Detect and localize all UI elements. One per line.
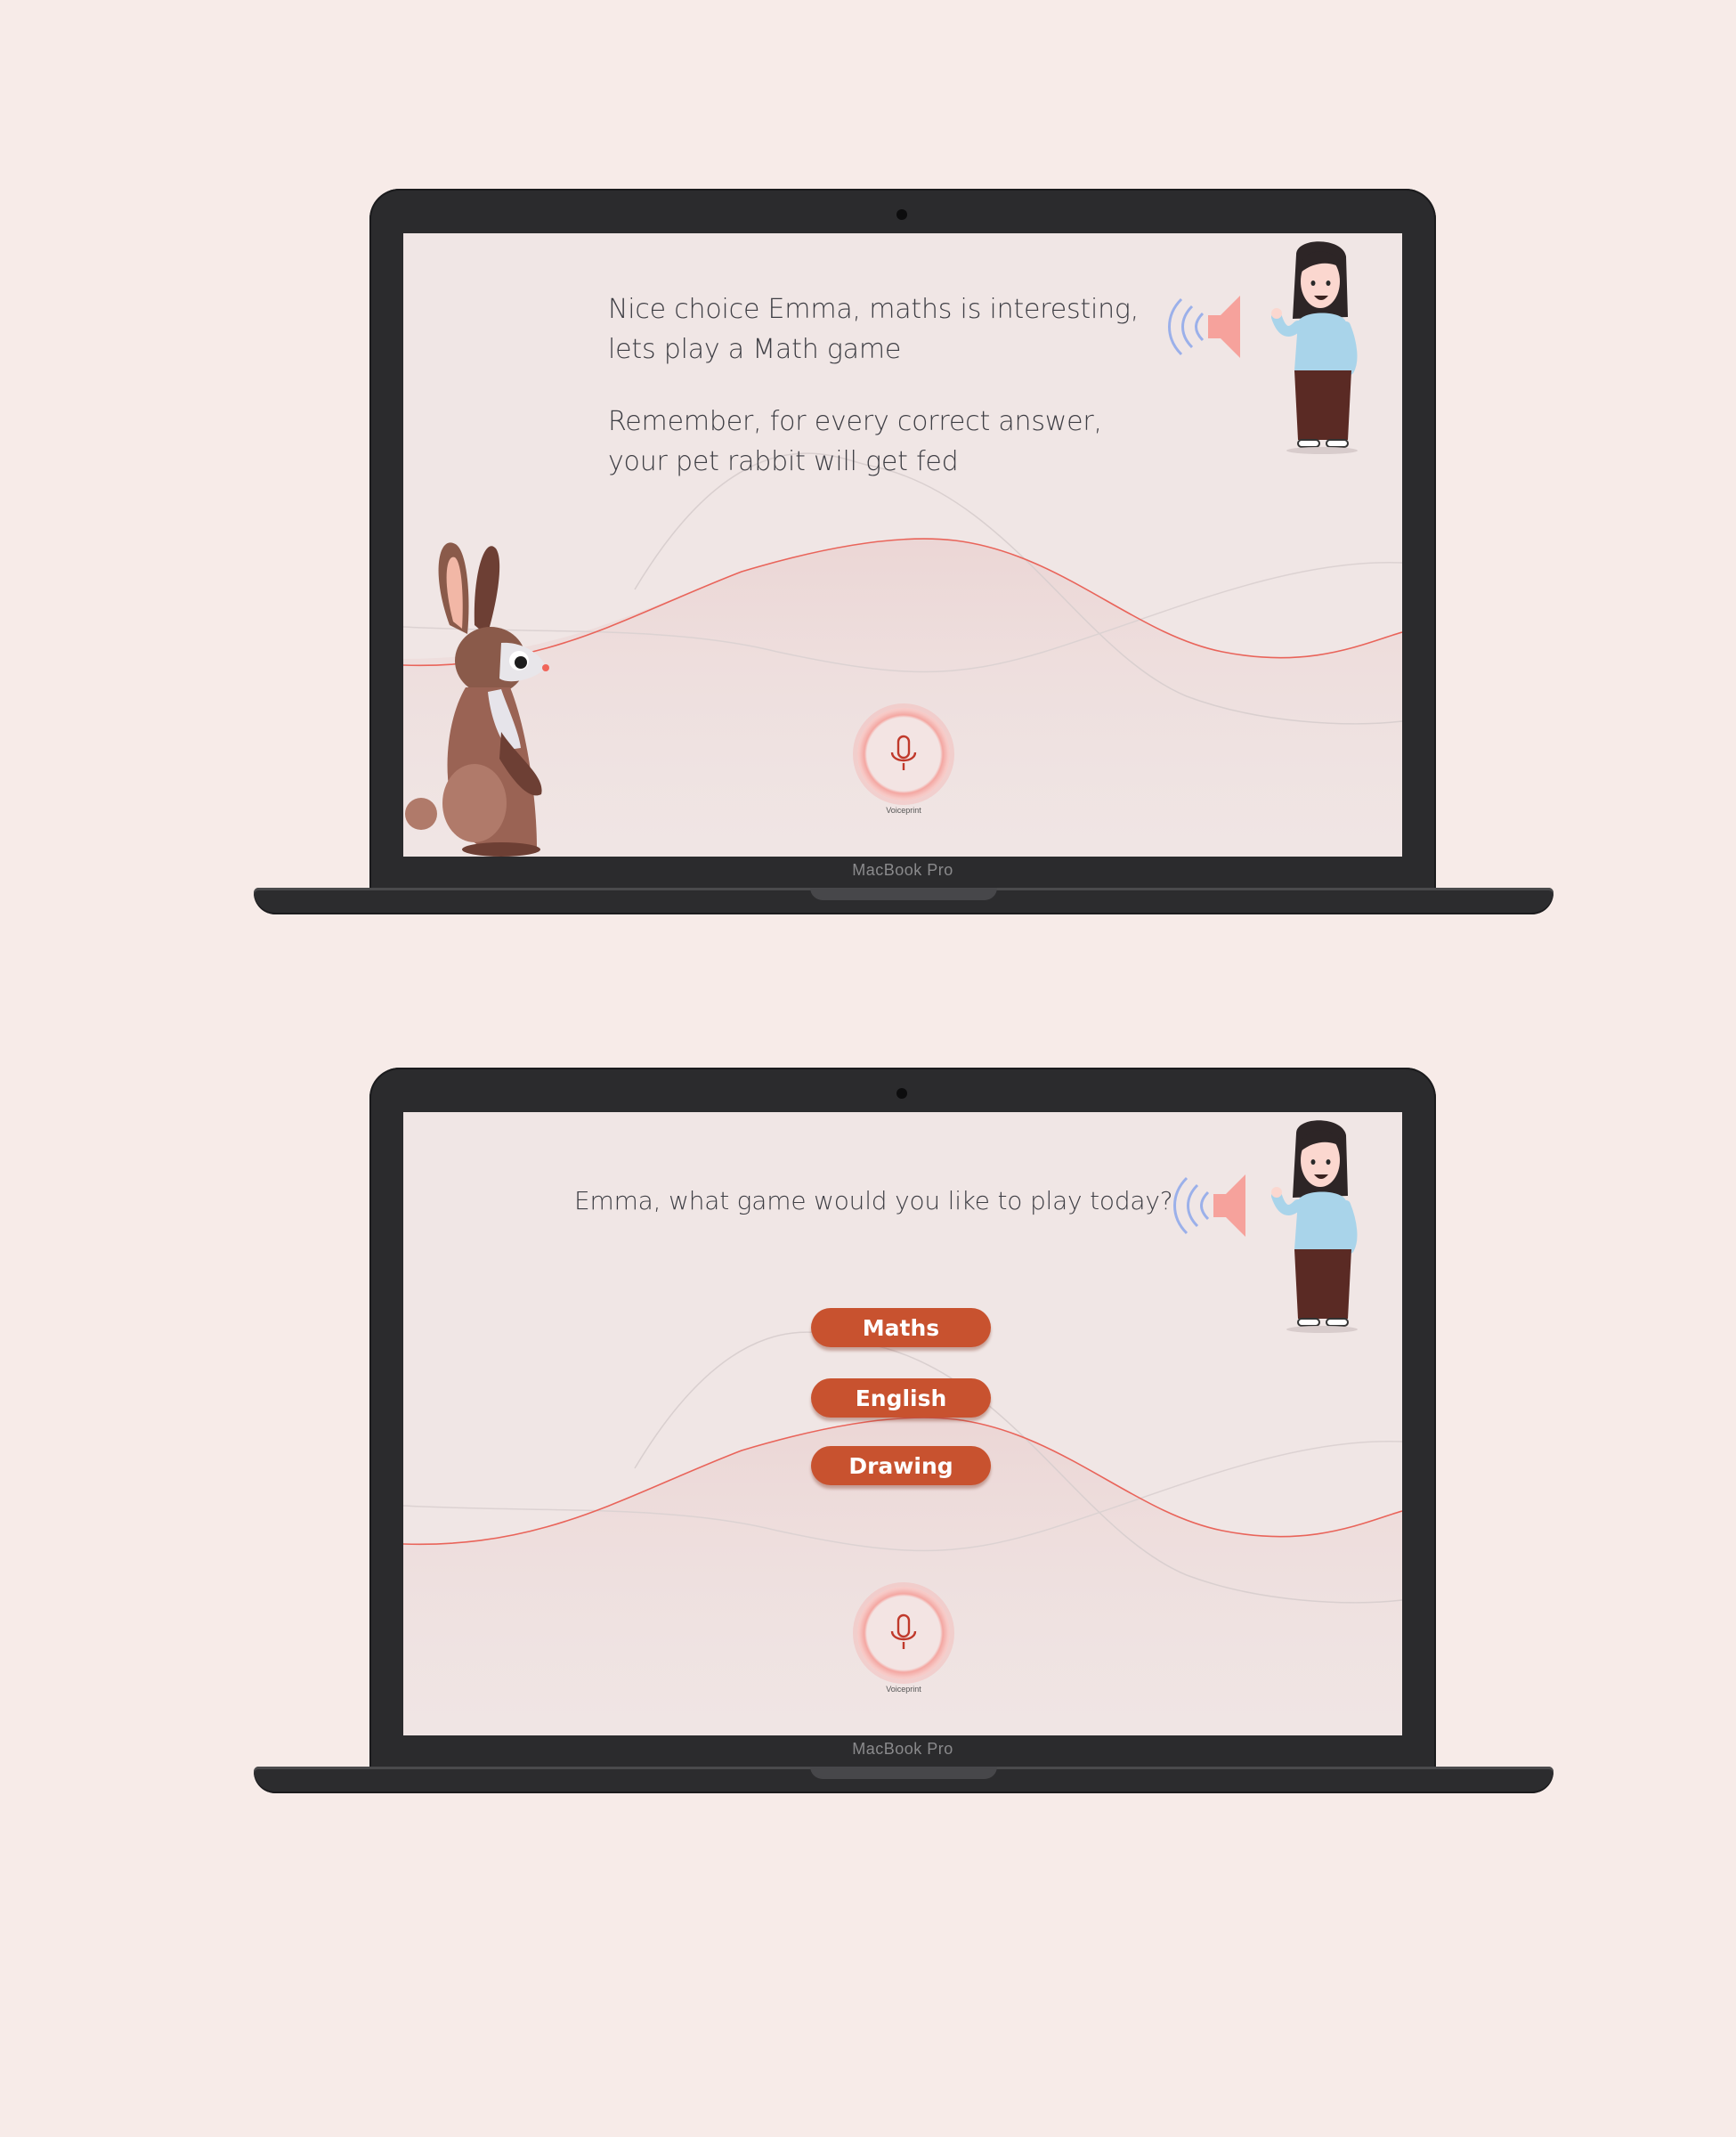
- device-brand-label: MacBook Pro: [852, 861, 953, 879]
- microphone-button[interactable]: [857, 708, 950, 800]
- laptop-base: [254, 1767, 1553, 1793]
- voice-input: Voiceprint: [852, 1587, 955, 1694]
- choice-english-button[interactable]: English: [811, 1378, 991, 1418]
- laptop-notch: [810, 888, 997, 900]
- speaker-icon[interactable]: [1171, 1166, 1260, 1246]
- assistant-prompt: Nice choice Emma, maths is interesting, …: [608, 289, 1139, 482]
- choice-maths-button[interactable]: Maths: [811, 1308, 991, 1347]
- voice-input: Voiceprint: [852, 708, 955, 815]
- mic-label: Voiceprint: [886, 1685, 921, 1694]
- laptop-bezel: Emma, what game would you like to play t…: [369, 1068, 1436, 1768]
- teacher-avatar: [1271, 1120, 1358, 1333]
- laptop-bezel: Nice choice Emma, maths is interesting, …: [369, 189, 1436, 890]
- prompt-line-2: lets play a Math game: [608, 334, 902, 365]
- app-screen-2: Emma, what game would you like to play t…: [403, 1112, 1402, 1735]
- app-screen-1: Nice choice Emma, maths is interesting, …: [403, 233, 1402, 857]
- speaker-icon[interactable]: [1165, 287, 1254, 367]
- choice-drawing-button[interactable]: Drawing: [811, 1446, 991, 1485]
- assistant-prompt: Emma, what game would you like to play t…: [574, 1186, 1173, 1215]
- pet-rabbit: [405, 542, 549, 857]
- laptop-mockup-1: Nice choice Emma, maths is interesting, …: [254, 187, 1553, 917]
- prompt-line-3: Remember, for every correct answer,: [608, 406, 1102, 437]
- device-brand-label: MacBook Pro: [852, 1740, 953, 1758]
- teacher-avatar: [1271, 241, 1358, 454]
- microphone-icon: [890, 1613, 917, 1649]
- prompt-line-1: Nice choice Emma, maths is interesting,: [608, 294, 1140, 325]
- laptop-mockup-2: Emma, what game would you like to play t…: [254, 1066, 1553, 1796]
- microphone-icon: [890, 735, 917, 770]
- laptop-notch: [810, 1767, 997, 1779]
- laptop-base: [254, 888, 1553, 914]
- microphone-button[interactable]: [857, 1587, 950, 1679]
- camera-dot: [896, 209, 907, 220]
- camera-dot: [896, 1088, 907, 1099]
- mic-label: Voiceprint: [886, 806, 921, 815]
- prompt-line-4: your pet rabbit will get fed: [608, 446, 959, 477]
